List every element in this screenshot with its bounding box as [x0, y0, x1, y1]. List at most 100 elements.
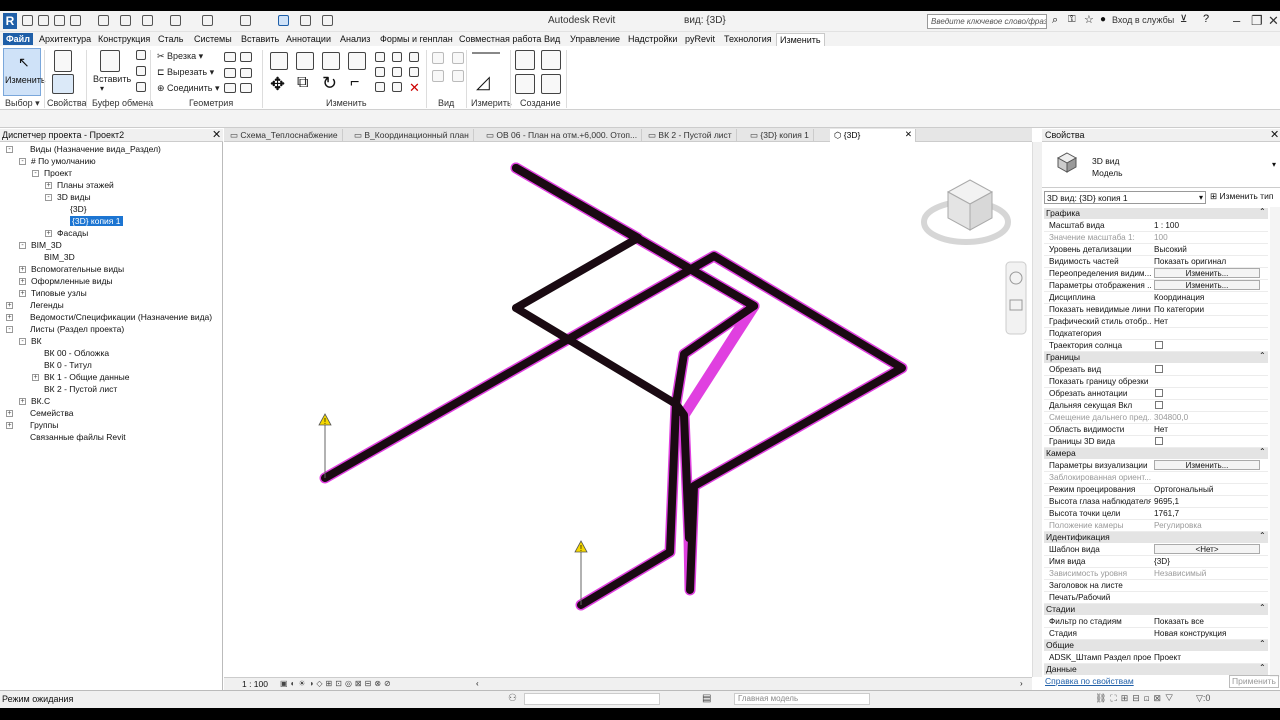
tab-manage[interactable]: Управление: [567, 33, 623, 45]
collapse-icon[interactable]: -: [6, 146, 13, 153]
instance-selector[interactable]: 3D вид: {3D} копия 1 ▾: [1044, 191, 1206, 204]
tab-addins[interactable]: Надстройки: [625, 33, 680, 45]
measure-icon[interactable]: [170, 15, 181, 26]
geometry-tool-4-icon[interactable]: [240, 68, 252, 78]
collapse-icon[interactable]: -: [19, 242, 26, 249]
expand-icon[interactable]: +: [32, 374, 39, 381]
properties-icon[interactable]: [54, 50, 72, 72]
tab-systems[interactable]: Системы: [191, 33, 235, 45]
properties-scrollbar[interactable]: [1270, 207, 1280, 677]
tab-collaborate[interactable]: Совместная работа: [456, 33, 544, 45]
tree-item[interactable]: ВК 1 - Общие данные: [44, 372, 130, 382]
collapse-icon[interactable]: -: [45, 194, 52, 201]
tab-steel[interactable]: Сталь: [155, 33, 186, 45]
maximize-icon[interactable]: ❐: [1251, 13, 1263, 29]
selection-filter-icons[interactable]: ⛓⛶⊞⊟⊡⊠▽: [1095, 693, 1177, 704]
star-icon[interactable]: ☆: [1084, 13, 1094, 26]
create-parts-icon[interactable]: [541, 50, 561, 70]
collapse-icon[interactable]: -: [19, 338, 26, 345]
move-icon[interactable]: ✥: [270, 74, 285, 95]
property-category[interactable]: Стадии: [1044, 604, 1268, 615]
expand-icon[interactable]: +: [19, 266, 26, 273]
rotate-icon[interactable]: ↻: [322, 73, 337, 94]
sync-icon[interactable]: [70, 15, 81, 26]
collapse-icon[interactable]: ⌃: [1259, 603, 1266, 612]
vertical-scrollbar[interactable]: [1032, 142, 1042, 677]
tree-item[interactable]: Виды (Назначение вида_Раздел): [30, 144, 161, 154]
property-value[interactable]: Показать все: [1154, 616, 1260, 627]
property-value[interactable]: Независимый: [1154, 568, 1260, 579]
expand-icon[interactable]: +: [19, 398, 26, 405]
3d-view-icon[interactable]: [240, 15, 251, 26]
design-options-icon[interactable]: ▤: [702, 693, 711, 704]
modify-button[interactable]: ↖ Изменить: [3, 48, 46, 96]
view-tab-vk2[interactable]: ▭ ВК 2 - Пустой лист: [644, 129, 737, 142]
geometry-tool-6-icon[interactable]: [240, 83, 252, 93]
search-input[interactable]: Введите ключевое слово/фразу: [927, 14, 1047, 29]
view-tab-3d-copy[interactable]: ▭ {3D} копия 1: [746, 129, 814, 142]
property-value[interactable]: 100: [1154, 232, 1260, 243]
property-value[interactable]: 1761,7: [1154, 508, 1260, 519]
view-tab-3d[interactable]: ⬡ {3D} ✕: [830, 129, 916, 142]
group-select[interactable]: Выбор ▾: [5, 98, 40, 109]
undo-icon[interactable]: [98, 15, 109, 26]
view-tab-ov06[interactable]: ▭ ОВ 06 - План на отм.+6,000. Отоп...: [482, 129, 643, 142]
expand-icon[interactable]: +: [19, 278, 26, 285]
tab-file[interactable]: Файл: [3, 33, 33, 45]
property-checkbox[interactable]: [1155, 389, 1163, 397]
tree-item[interactable]: Листы (Раздел проекта): [30, 324, 124, 334]
view-control-icons[interactable]: ▣◐☀◑◇⊞⊡◎⊠⊟⊗⊘: [280, 679, 394, 688]
create-group-icon[interactable]: [515, 74, 535, 94]
property-category[interactable]: Границы: [1044, 352, 1268, 363]
view-tool-2-icon[interactable]: [432, 70, 444, 82]
login-link[interactable]: Вход в службы: [1112, 15, 1174, 25]
expand-icon[interactable]: +: [45, 230, 52, 237]
property-category[interactable]: Камера: [1044, 448, 1268, 459]
print-icon[interactable]: [142, 15, 153, 26]
scroll-left-icon[interactable]: ‹: [476, 679, 479, 688]
collapse-icon[interactable]: -: [6, 326, 13, 333]
tree-item[interactable]: Ведомости/Спецификации (Назначение вида): [30, 312, 212, 322]
property-value[interactable]: Координация: [1154, 292, 1260, 303]
property-edit-button[interactable]: Изменить...: [1154, 268, 1260, 278]
create-assembly-icon[interactable]: [515, 50, 535, 70]
property-checkbox[interactable]: [1155, 341, 1163, 349]
property-checkbox[interactable]: [1155, 365, 1163, 373]
open-folder-icon[interactable]: [38, 15, 49, 26]
property-checkbox[interactable]: [1155, 401, 1163, 409]
collapse-icon[interactable]: ⌃: [1259, 447, 1266, 456]
tab-analyze[interactable]: Анализ: [337, 33, 373, 45]
property-value[interactable]: Нет: [1154, 424, 1260, 435]
tab-annotate[interactable]: Аннотации: [283, 33, 334, 45]
mirror-axis-icon[interactable]: [322, 52, 340, 70]
redo-icon[interactable]: [120, 15, 131, 26]
tab-view[interactable]: Вид: [541, 33, 563, 45]
view-scale[interactable]: 1 : 100: [242, 679, 268, 689]
workset-select[interactable]: [524, 693, 660, 705]
geometry-tool-5-icon[interactable]: [224, 83, 236, 93]
tab-architecture[interactable]: Архитектура: [36, 33, 94, 45]
expand-icon[interactable]: +: [6, 314, 13, 321]
pin-icon[interactable]: [375, 82, 385, 92]
geometry-tool-3-icon[interactable]: [224, 68, 236, 78]
property-edit-button[interactable]: Изменить...: [1154, 460, 1260, 470]
paste-icon[interactable]: [100, 50, 120, 72]
warning-icon[interactable]: !: [574, 540, 588, 553]
match-type-icon[interactable]: [136, 82, 146, 92]
design-option-select[interactable]: Главная модель: [734, 693, 870, 705]
property-value[interactable]: Ортогональный: [1154, 484, 1260, 495]
properties-help-link[interactable]: Справка по свойствам: [1045, 676, 1134, 686]
split-icon[interactable]: [375, 52, 385, 62]
property-checkbox[interactable]: [1155, 437, 1163, 445]
collapse-icon[interactable]: ⌃: [1259, 351, 1266, 360]
filter-icon[interactable]: ▽:0: [1196, 693, 1210, 704]
text-icon[interactable]: [202, 15, 213, 26]
collapse-icon[interactable]: -: [19, 158, 26, 165]
close-icon[interactable]: ✕: [212, 128, 221, 141]
scale-icon[interactable]: [392, 67, 402, 77]
pipe-segment[interactable]: [512, 234, 642, 312]
collapse-icon[interactable]: ⌃: [1259, 207, 1266, 216]
view-tool-1-icon[interactable]: [432, 52, 444, 64]
cut-button[interactable]: ✂ Врезка ▾: [157, 51, 203, 62]
tree-item[interactable]: BIM_3D: [31, 240, 62, 250]
